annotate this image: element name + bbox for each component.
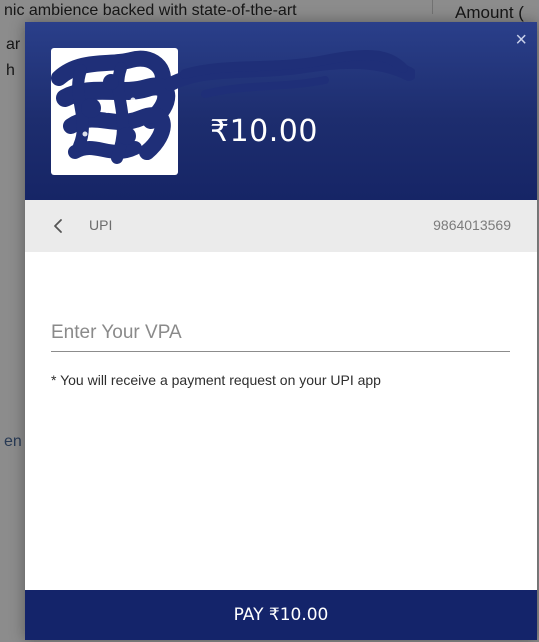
close-icon[interactable]: × [515,30,527,50]
payment-modal: × ₹10.00 UPI 9864013569 Enter Your VPA *… [25,22,537,640]
payment-amount: ₹10.00 [210,114,318,149]
upi-request-note: * You will receive a payment request on … [51,372,381,388]
customer-phone: 9864013569 [433,217,511,233]
payment-method-label: UPI [89,217,113,233]
chevron-left-icon[interactable] [49,216,69,236]
pay-button[interactable]: PAY ₹10.00 [25,590,537,640]
payment-method-bar: UPI 9864013569 [25,200,537,252]
merchant-logo [51,48,178,175]
redacted-merchant-name [165,50,415,98]
modal-header: × ₹10.00 [25,22,537,200]
vpa-input[interactable] [51,315,510,352]
redacted-logo-scribble [51,50,176,164]
